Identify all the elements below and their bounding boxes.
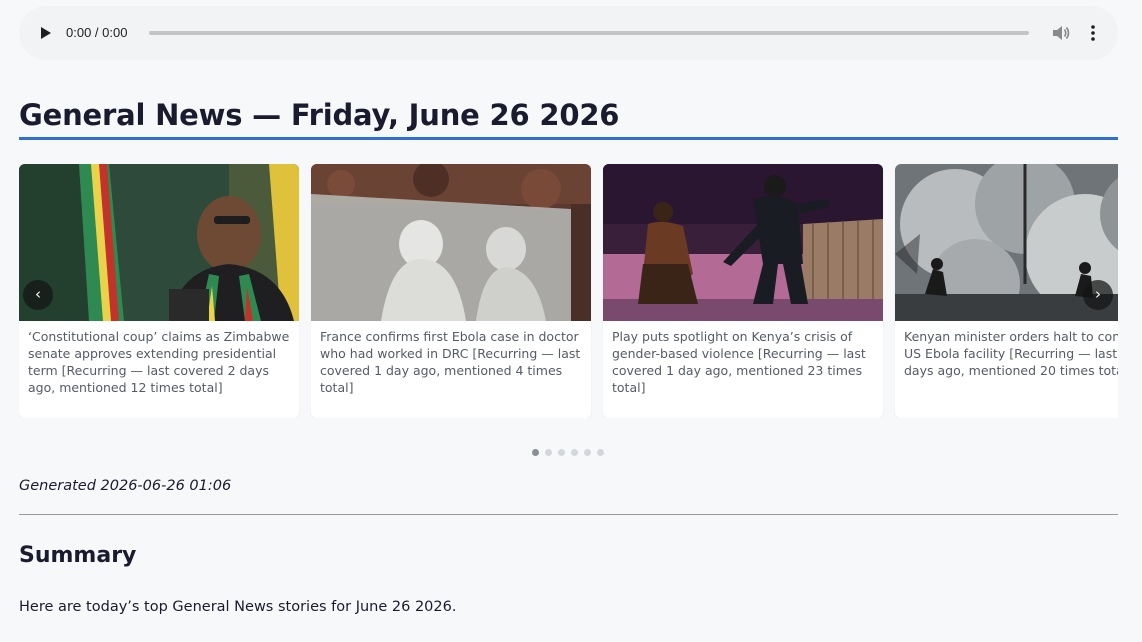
carousel-dot[interactable]: [571, 449, 578, 456]
summary-heading: Summary: [19, 543, 137, 568]
section-divider: [19, 514, 1118, 515]
carousel-dot[interactable]: [584, 449, 591, 456]
news-card-caption: France confirms first Ebola case in doct…: [320, 329, 581, 395]
summary-text: Here are today’s top General News storie…: [19, 599, 457, 615]
carousel-prev-button[interactable]: ‹: [23, 280, 53, 310]
time-display: 0:00 / 0:00: [66, 25, 128, 40]
news-card-image: [311, 164, 591, 321]
carousel-dot[interactable]: [545, 449, 552, 456]
news-card[interactable]: France confirms first Ebola case in doct…: [311, 164, 591, 418]
news-card-image: [19, 164, 299, 321]
news-carousel: ‘Constitutional coup’ claims as Zimbabwe…: [19, 164, 1118, 418]
audio-player: 0:00 / 0:00: [19, 6, 1118, 60]
carousel-pagination: [532, 449, 604, 456]
play-icon[interactable]: [39, 25, 53, 41]
carousel-dot[interactable]: [558, 449, 565, 456]
page-title: General News — Friday, June 26 2026: [19, 98, 620, 132]
carousel-dot[interactable]: [597, 449, 604, 456]
news-card[interactable]: Play puts spotlight on Kenya’s crisis of…: [603, 164, 883, 418]
carousel-dot[interactable]: [532, 449, 539, 456]
seek-bar[interactable]: [149, 31, 1029, 35]
more-vertical-icon[interactable]: [1085, 23, 1101, 43]
news-card-caption: ‘Constitutional coup’ claims as Zimbabwe…: [28, 329, 290, 395]
title-underline: [19, 137, 1118, 140]
carousel-next-button[interactable]: ›: [1083, 280, 1113, 310]
news-card-caption: Play puts spotlight on Kenya’s crisis of…: [612, 329, 866, 395]
news-card-caption: Kenyan minister orders halt to construct…: [904, 329, 1118, 378]
news-card-image: [603, 164, 883, 321]
generated-timestamp: Generated 2026-06-26 01:06: [19, 478, 232, 494]
news-card[interactable]: ‘Constitutional coup’ claims as Zimbabwe…: [19, 164, 299, 418]
volume-icon[interactable]: [1051, 24, 1071, 42]
